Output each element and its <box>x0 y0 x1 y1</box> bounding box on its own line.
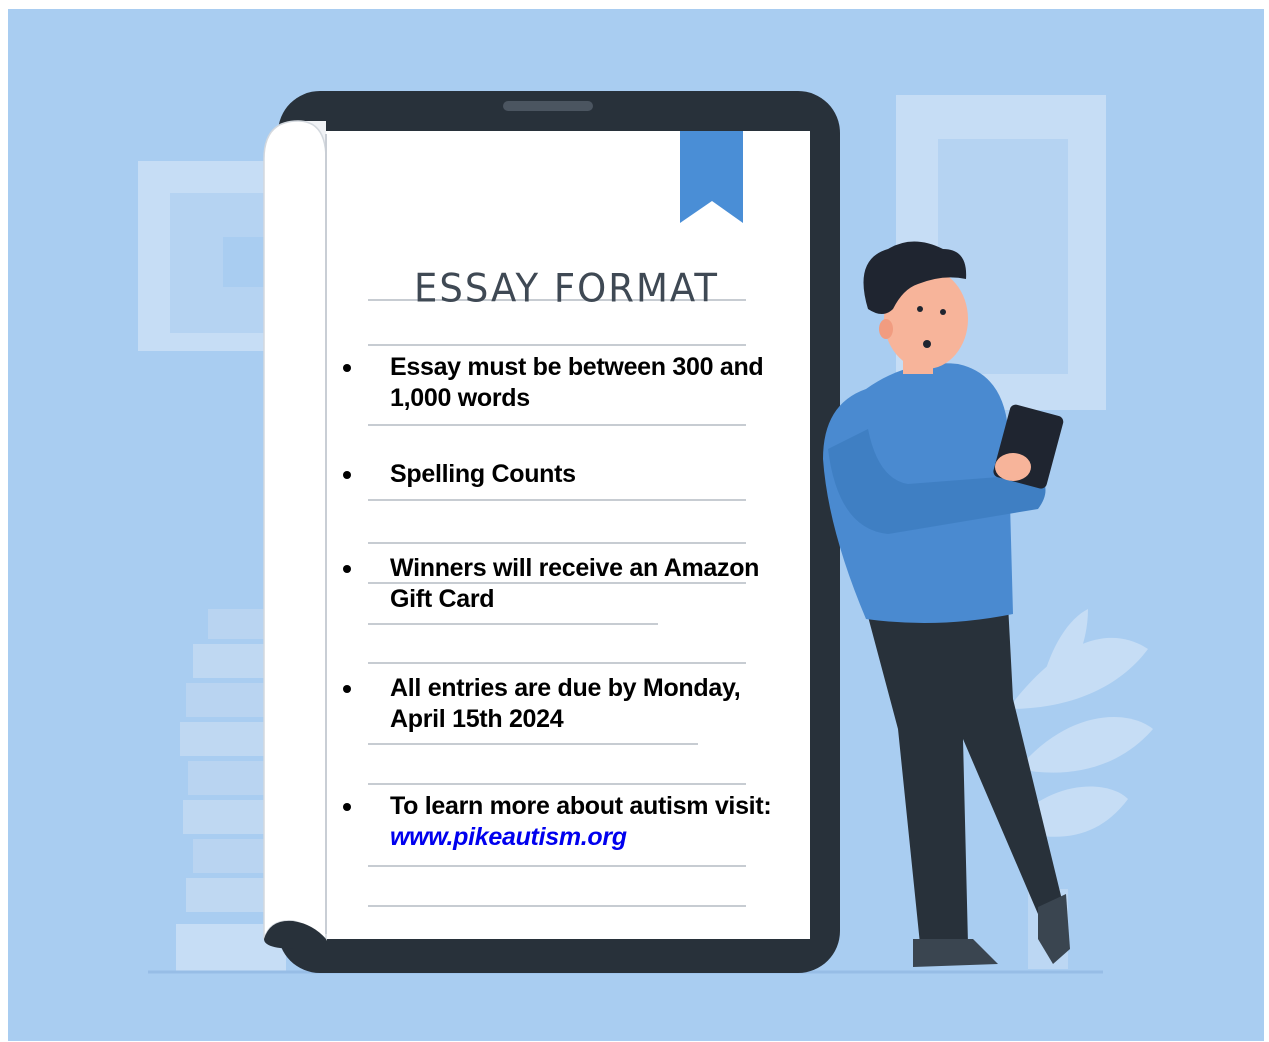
bullet-dot-icon <box>343 565 351 573</box>
list-item-text: Spelling Counts <box>390 460 576 488</box>
list-item-text: Essay must be between 300 and 1,000 word… <box>390 353 764 412</box>
page-title: ESSAY FORMAT <box>414 265 719 312</box>
learn-more-text: To learn more about autism visit: <box>390 792 772 820</box>
poster-background: ESSAY FORMAT Essay must be between 300 a… <box>8 9 1264 1041</box>
list-item-text: To learn more about autism visit: www.pi… <box>390 791 790 853</box>
website-link[interactable]: www.pikeautism.org <box>390 823 627 851</box>
bullet-dot-icon <box>343 471 351 479</box>
bullet-dot-icon <box>343 803 351 811</box>
list-item-text: Winners will receive an Amazon Gift Card <box>390 554 760 613</box>
page-curl-illustration <box>263 120 327 949</box>
bullet-dot-icon <box>343 364 351 372</box>
bullet-dot-icon <box>343 685 351 693</box>
list-item-text: All entries are due by Monday, April 15t… <box>390 674 741 733</box>
scene-illustration <box>138 91 1153 974</box>
